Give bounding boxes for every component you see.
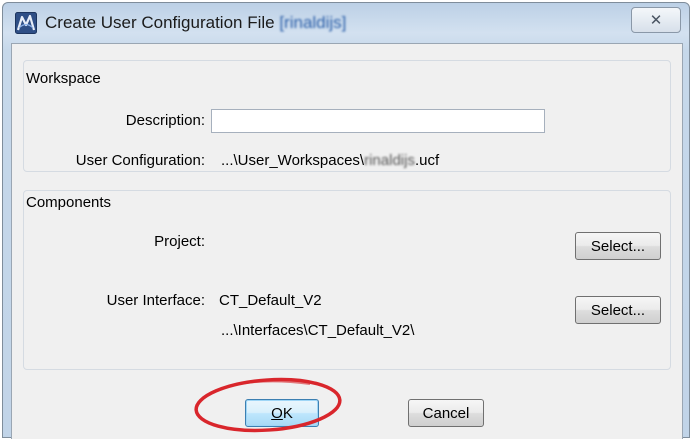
- components-group-title: Components: [26, 194, 112, 211]
- components-group: [23, 190, 671, 370]
- ok-label-rest: K: [282, 404, 293, 422]
- description-input[interactable]: [211, 109, 545, 133]
- user-configuration-user: rinaldijs: [364, 152, 415, 169]
- close-button[interactable]: ✕: [631, 7, 681, 33]
- title-bar[interactable]: Create User Configuration File [rinaldij…: [3, 3, 689, 47]
- cancel-button[interactable]: Cancel: [408, 399, 484, 427]
- user-interface-select-button[interactable]: Select...: [575, 296, 661, 324]
- description-label: Description:: [125, 112, 205, 129]
- window-title-prefix: Create User Configuration File: [45, 13, 280, 32]
- user-configuration-value: ...\User_Workspaces\rinaldijs.ucf: [221, 152, 439, 169]
- user-configuration-ext: .ucf: [414, 152, 440, 169]
- user-interface-name: CT_Default_V2: [219, 292, 322, 309]
- user-configuration-label: User Configuration:: [75, 152, 205, 169]
- ok-button[interactable]: OK: [245, 399, 319, 427]
- project-label: Project:: [154, 233, 205, 250]
- ok-mnemonic: O: [271, 404, 283, 422]
- project-select-button[interactable]: Select...: [575, 232, 661, 260]
- window-title-user: [rinaldijs]: [279, 13, 347, 32]
- workspace-group-title: Workspace: [26, 70, 101, 87]
- window-title: Create User Configuration File [rinaldij…: [45, 13, 346, 33]
- dialog-window: Create User Configuration File [rinaldij…: [2, 2, 690, 439]
- user-interface-path: ...\Interfaces\CT_Default_V2\: [221, 322, 415, 339]
- close-icon: ✕: [649, 12, 663, 29]
- microstation-logo-icon: [15, 12, 37, 34]
- user-configuration-path-prefix: ...\User_Workspaces\: [221, 152, 365, 169]
- dialog-client-area: Workspace Description: User Configuratio…: [11, 43, 683, 439]
- user-interface-label: User Interface:: [106, 292, 205, 309]
